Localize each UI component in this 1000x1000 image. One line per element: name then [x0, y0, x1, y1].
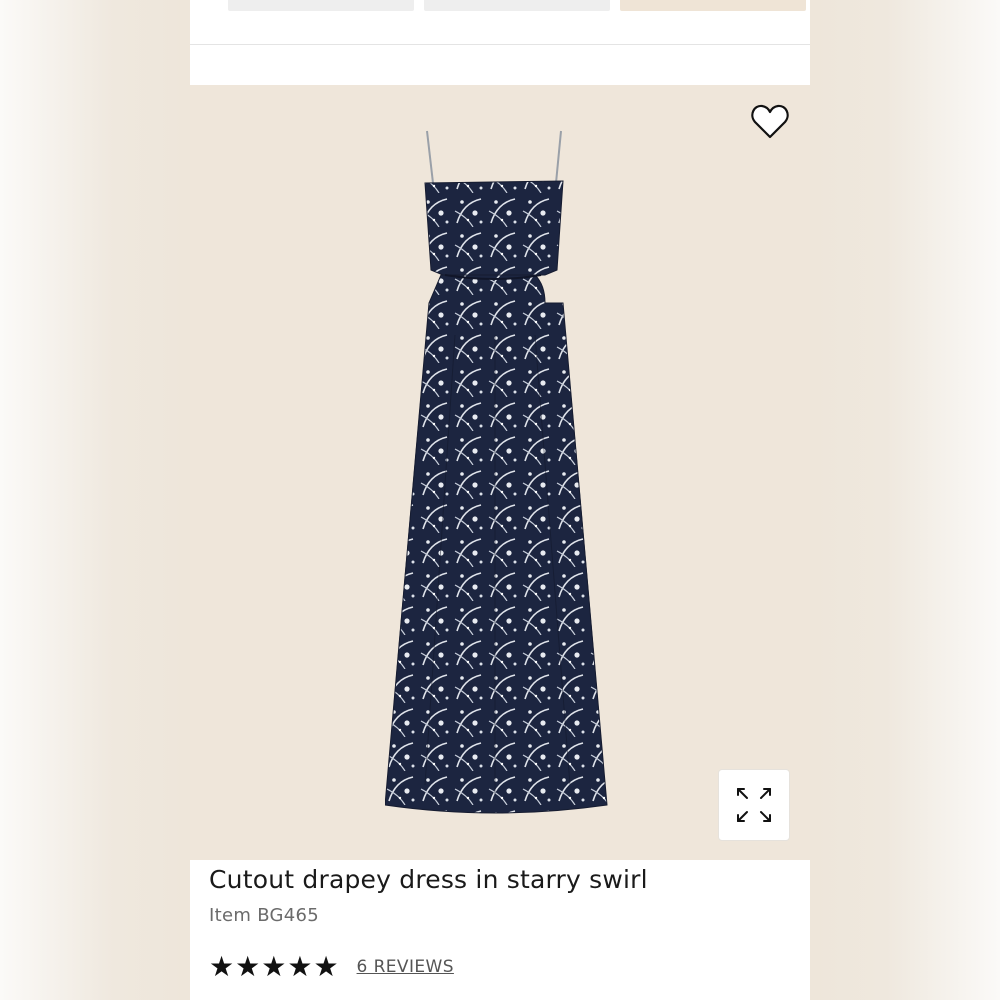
star-rating: ★ ★ ★ ★ ★ — [209, 952, 339, 982]
expand-arrows-icon — [737, 788, 771, 822]
product-title: Cutout drapey dress in starry swirl — [209, 865, 648, 894]
star-icon: ★ — [235, 950, 261, 983]
star-icon: ★ — [313, 950, 339, 983]
product-rating: ★ ★ ★ ★ ★ 6 REVIEWS — [209, 952, 454, 982]
product-page: Cutout drapey dress in starry swirl Item… — [190, 0, 810, 1000]
star-icon: ★ — [287, 950, 313, 983]
product-image[interactable] — [190, 85, 810, 860]
reviews-link[interactable]: 6 REVIEWS — [357, 957, 454, 977]
dress-image — [385, 130, 608, 814]
thumbnail-strip — [228, 0, 808, 12]
thumbnail-2[interactable] — [424, 0, 610, 11]
divider — [190, 44, 810, 45]
item-number: Item BG465 — [209, 905, 320, 926]
thumbnail-3[interactable] — [620, 0, 806, 11]
star-icon: ★ — [209, 950, 235, 983]
background-blur-left — [0, 0, 190, 1000]
thumbnail-1[interactable] — [228, 0, 414, 11]
wishlist-heart-icon[interactable] — [750, 103, 790, 141]
expand-image-button[interactable] — [718, 769, 790, 841]
background-blur-right — [810, 0, 1000, 1000]
star-icon: ★ — [261, 950, 287, 983]
